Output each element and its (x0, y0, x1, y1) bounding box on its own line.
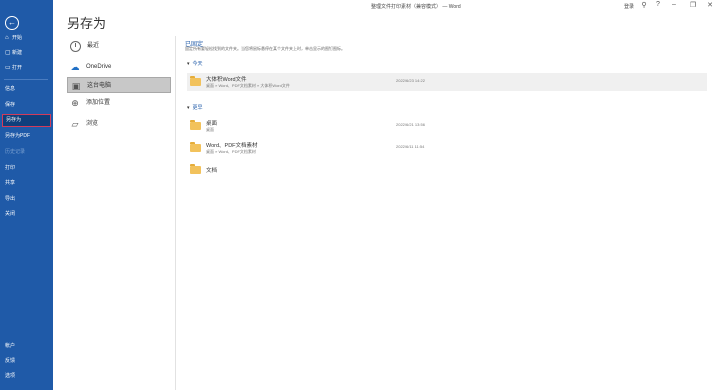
minimize-icon[interactable]: – (669, 1, 679, 8)
folder-row[interactable]: 桌面 桌面 2022/6/21 13:56 (187, 117, 707, 135)
home-icon: ⌂ (5, 35, 9, 41)
folder-date: 2022/6/23 14:22 (396, 78, 425, 83)
sidebar-item-save[interactable]: 保存 (2, 99, 51, 112)
clock-icon (70, 40, 81, 52)
folder-name: 桌面 (206, 121, 218, 127)
restore-icon[interactable]: ❐ (688, 1, 698, 9)
chevron-down-icon: ▾ (187, 105, 190, 111)
sidebar-item-label: 开始 (12, 35, 23, 41)
location-this-pc[interactable]: ▣ 这台电脑 (67, 77, 171, 93)
sign-in-link[interactable]: 登录 (624, 3, 634, 10)
sidebar-item-print[interactable]: 打印 (2, 162, 51, 175)
sidebar-item-save-as-pdf[interactable]: 另存为PDF (2, 130, 51, 143)
help-icon[interactable]: ? (653, 1, 663, 8)
sidebar-item-new[interactable]: ▢新建 (2, 47, 51, 60)
chevron-down-icon: ▾ (187, 61, 190, 67)
close-icon[interactable]: ✕ (705, 1, 715, 9)
sidebar-item-label: 选项 (5, 373, 16, 379)
column-divider (175, 36, 176, 390)
sidebar-item-save-as[interactable]: 另存为 (2, 114, 51, 127)
sidebar-item-label: 另存为PDF (5, 133, 31, 139)
sidebar-item-label: 打印 (5, 165, 16, 171)
sidebar-item-export[interactable]: 导出 (2, 193, 51, 206)
open-folder-icon: ▭ (5, 65, 11, 71)
folder-icon (190, 76, 201, 86)
group-earlier[interactable]: ▾ 更早 (187, 104, 203, 111)
folder-date: 2022/6/11 11:54 (396, 144, 425, 149)
folder-name: 大体积Word文件 (206, 77, 247, 83)
page-title: 另存为 (67, 16, 107, 31)
sidebar-item-label: 历史记录 (5, 149, 26, 155)
sidebar-item-share[interactable]: 共享 (2, 177, 51, 190)
cloud-icon: ☁ (70, 62, 80, 72)
sidebar-item-label: 打开 (12, 65, 23, 71)
document-title: 整理文件打印素材（兼容模式） — Word (371, 4, 461, 10)
sidebar-item-info[interactable]: 信息 (2, 83, 51, 96)
folder-icon (190, 142, 201, 152)
folder-name: Word、PDF文档素材 (206, 143, 258, 149)
sidebar-item-close[interactable]: 关闭 (2, 208, 51, 221)
computer-icon: ▣ (71, 81, 81, 91)
folder-row[interactable]: 大体积Word文件 桌面 » Word、PDF文档素材 » 大体积Word文件 … (187, 73, 707, 91)
location-label: OneDrive (86, 64, 112, 70)
sidebar-item-history: 历史记录 (2, 146, 51, 159)
folder-date: 2022/6/21 13:56 (396, 122, 425, 127)
folder-row[interactable]: 文档 (187, 161, 707, 179)
sidebar-item-label: 反馈 (5, 358, 16, 364)
folder-name: 文档 (206, 168, 218, 174)
back-arrow-icon[interactable]: ← (5, 16, 19, 30)
group-today[interactable]: ▾ 今天 (187, 60, 203, 67)
sidebar-divider (4, 79, 48, 80)
pinned-description: 固定所有要轻松找到的文件夹。当您将鼠标悬停在某个文件夹上时，单击显示的图钉图标。 (185, 46, 345, 51)
location-label: 添加位置 (86, 100, 111, 106)
location-add-place[interactable]: ⊕ 添加位置 (67, 95, 171, 111)
sidebar-item-options[interactable]: 选项 (2, 370, 51, 383)
pen-icon[interactable]: ⚲ (639, 1, 649, 9)
location-label: 最近 (87, 43, 100, 49)
group-label: 今天 (192, 61, 203, 67)
folder-path: 桌面 » Word、PDF文档素材 (206, 149, 256, 154)
sidebar-item-label: 信息 (5, 86, 16, 92)
sidebar-item-label: 另存为 (6, 117, 22, 123)
sidebar-item-label: 新建 (12, 50, 23, 56)
location-label: 浏览 (86, 121, 99, 127)
new-document-icon: ▢ (5, 50, 11, 56)
folder-icon (190, 164, 201, 174)
group-label: 更早 (192, 105, 203, 111)
folder-path: 桌面 » Word、PDF文档素材 » 大体积Word文件 (206, 83, 290, 88)
globe-icon: ⊕ (71, 98, 79, 108)
title-bar: 整理文件打印素材（兼容模式） — Word (53, 0, 720, 12)
sidebar-item-home[interactable]: ⌂ 开始 (2, 32, 51, 45)
sidebar-item-open[interactable]: ▭打开 (2, 62, 51, 75)
location-recent[interactable]: 最近 (67, 38, 171, 54)
sidebar-item-label: 帐户 (5, 343, 16, 349)
folder-open-icon: ▱ (71, 119, 79, 129)
sidebar-item-label: 保存 (5, 102, 16, 108)
sidebar-item-label: 导出 (5, 196, 16, 202)
sidebar-item-feedback[interactable]: 反馈 (2, 355, 51, 368)
location-onedrive[interactable]: ☁ OneDrive (67, 59, 171, 75)
folder-path: 桌面 (206, 127, 214, 132)
folder-row[interactable]: Word、PDF文档素材 桌面 » Word、PDF文档素材 2022/6/11… (187, 139, 707, 157)
location-browse[interactable]: ▱ 浏览 (67, 116, 171, 132)
folder-icon (190, 120, 201, 130)
backstage-sidebar: ← ⌂ 开始 ▢新建 ▭打开 信息 保存 另存为 另存为PDF 历史记录 打印 共… (0, 0, 53, 390)
sidebar-item-label: 共享 (5, 180, 16, 186)
sidebar-item-account[interactable]: 帐户 (2, 340, 51, 353)
location-label: 这台电脑 (87, 83, 112, 89)
sidebar-item-label: 关闭 (5, 211, 16, 217)
